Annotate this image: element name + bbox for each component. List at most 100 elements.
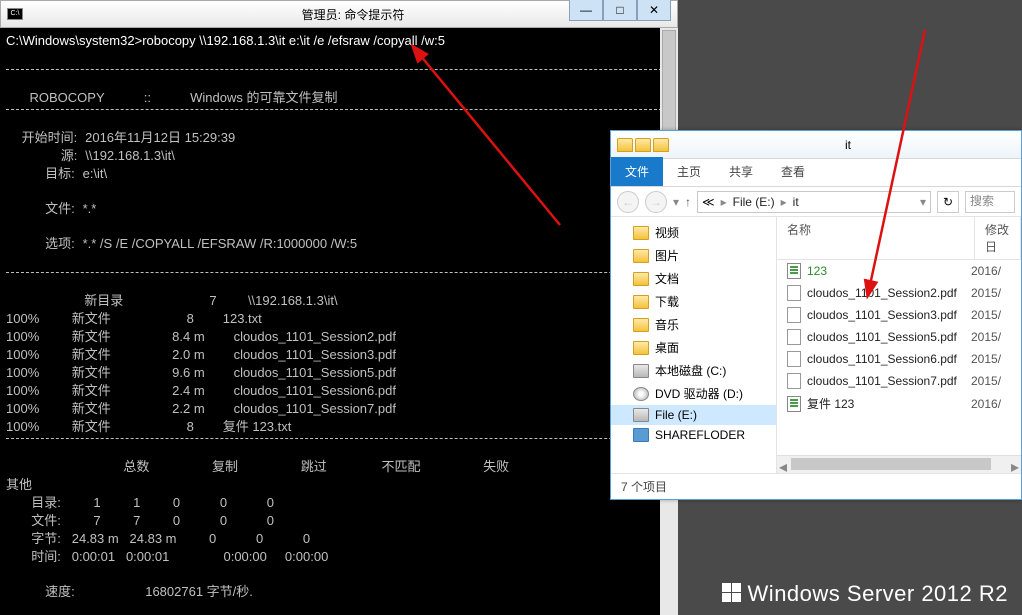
file-date: 2015/ [971, 308, 1011, 322]
explorer-titlebar[interactable]: it [611, 131, 1021, 159]
folder-icon [633, 295, 649, 309]
tree-item-label: DVD 驱动器 (D:) [655, 385, 743, 402]
file-name: cloudos_1101_Session7.pdf [807, 374, 965, 388]
address-box[interactable]: ≪ ▸ File (E:) ▸ it ▾ [697, 191, 931, 213]
h-scrollbar[interactable]: ◂ ▸ [777, 455, 1021, 473]
tree-item-label: File (E:) [655, 408, 697, 422]
cmd-window: C:\ 管理员: 命令提示符 — □ ✕ C:\Windows\system32… [0, 0, 678, 615]
folder-icon [653, 138, 669, 152]
tree-item-label: 文档 [655, 270, 679, 287]
explorer-title: it [675, 138, 1021, 152]
chevron-right-icon: ▸ [781, 195, 787, 209]
tree-item[interactable]: 下载 [611, 290, 776, 313]
tree-item[interactable]: 音乐 [611, 313, 776, 336]
cmd-icon: C:\ [7, 8, 23, 20]
pdf-icon [787, 351, 801, 367]
file-name: 复件 123 [807, 395, 965, 412]
file-row[interactable]: 123 2016/ [777, 260, 1021, 282]
tree-item[interactable]: 图片 [611, 244, 776, 267]
file-list-header[interactable]: 名称 修改日 [777, 217, 1021, 260]
nav-back-button[interactable]: ← [617, 191, 639, 213]
os-brand: Windows Server 2012 R2 [722, 581, 1008, 607]
tree-item-label: SHAREFLODER [655, 428, 745, 442]
nav-tree[interactable]: 视频图片文档下载音乐桌面本地磁盘 (C:) DVD 驱动器 (D:) File (E… [611, 217, 777, 473]
file-date: 2015/ [971, 330, 1011, 344]
tree-item-label: 下载 [655, 293, 679, 310]
file-name: cloudos_1101_Session3.pdf [807, 308, 965, 322]
status-bar: 7 个项目 [611, 473, 1021, 499]
drive-icon [633, 408, 649, 422]
h-scroll-thumb[interactable] [791, 458, 991, 470]
drive-icon [633, 364, 649, 378]
folder-icon [633, 272, 649, 286]
folder-icon [635, 138, 651, 152]
tree-item[interactable]: 桌面 [611, 336, 776, 359]
tree-item[interactable]: DVD 驱动器 (D:) [611, 382, 776, 405]
file-row[interactable]: cloudos_1101_Session2.pdf 2015/ [777, 282, 1021, 304]
nav-up-button[interactable]: ↑ [685, 195, 691, 209]
tab-view[interactable]: 查看 [767, 157, 819, 186]
file-name: cloudos_1101_Session6.pdf [807, 352, 965, 366]
pdf-icon [787, 373, 801, 389]
tree-item-label: 视频 [655, 224, 679, 241]
tree-item[interactable]: 文档 [611, 267, 776, 290]
folder-icon [617, 138, 633, 152]
file-row[interactable]: cloudos_1101_Session6.pdf 2015/ [777, 348, 1021, 370]
chevron-right-icon: ▸ [721, 195, 727, 209]
nav-history-icon[interactable]: ▾ [673, 195, 679, 209]
tab-share[interactable]: 共享 [715, 157, 767, 186]
file-date: 2016/ [971, 397, 1011, 411]
file-name: cloudos_1101_Session2.pdf [807, 286, 965, 300]
folder-icon [633, 226, 649, 240]
tab-file[interactable]: 文件 [611, 157, 663, 186]
file-name: cloudos_1101_Session5.pdf [807, 330, 965, 344]
maximize-button[interactable]: □ [603, 0, 637, 21]
cmd-output[interactable]: C:\Windows\system32>robocopy \\192.168.1… [0, 28, 678, 615]
tree-item-label: 图片 [655, 247, 679, 264]
explorer-window: it 文件 主页 共享 查看 ← → ▾ ↑ ≪ ▸ File (E:) ▸ i… [610, 130, 1022, 500]
pdf-icon [787, 307, 801, 323]
nav-forward-button[interactable]: → [645, 191, 667, 213]
refresh-button[interactable]: ↻ [937, 191, 959, 213]
search-input[interactable]: 搜索 [965, 191, 1015, 213]
file-date: 2015/ [971, 286, 1011, 300]
status-text: 7 个项目 [621, 478, 667, 495]
tree-item[interactable]: 本地磁盘 (C:) [611, 359, 776, 382]
file-row[interactable]: cloudos_1101_Session5.pdf 2015/ [777, 326, 1021, 348]
pdf-icon [787, 329, 801, 345]
tree-item-label: 桌面 [655, 339, 679, 356]
file-date: 2015/ [971, 374, 1011, 388]
address-bar: ← → ▾ ↑ ≪ ▸ File (E:) ▸ it ▾ ↻ 搜索 [611, 187, 1021, 217]
tree-item[interactable]: File (E:) [611, 405, 776, 425]
ribbon: 文件 主页 共享 查看 [611, 159, 1021, 187]
breadcrumb-folder[interactable]: it [793, 195, 799, 209]
cmd-titlebar[interactable]: C:\ 管理员: 命令提示符 — □ ✕ [0, 0, 678, 28]
col-date[interactable]: 修改日 [975, 217, 1021, 259]
tab-home[interactable]: 主页 [663, 157, 715, 186]
folder-icon [633, 318, 649, 332]
file-row[interactable]: 复件 123 2016/ [777, 392, 1021, 415]
breadcrumb-drive[interactable]: File (E:) [733, 195, 775, 209]
file-row[interactable]: cloudos_1101_Session3.pdf 2015/ [777, 304, 1021, 326]
file-date: 2016/ [971, 264, 1011, 278]
pdf-icon [787, 285, 801, 301]
tree-item-label: 音乐 [655, 316, 679, 333]
tree-item-label: 本地磁盘 (C:) [655, 362, 726, 379]
txt-icon [787, 396, 801, 412]
file-list[interactable]: 名称 修改日 123 2016/cloudos_1101_Session2.pdf… [777, 217, 1021, 473]
col-name[interactable]: 名称 [777, 217, 975, 259]
minimize-button[interactable]: — [569, 0, 603, 21]
file-name: 123 [807, 264, 965, 278]
file-row[interactable]: cloudos_1101_Session7.pdf 2015/ [777, 370, 1021, 392]
tree-item[interactable]: 视频 [611, 221, 776, 244]
folder-icon [633, 341, 649, 355]
drive-glyph-icon: ≪ [702, 195, 715, 209]
folder-icon [633, 249, 649, 263]
dvd-icon [633, 387, 649, 401]
chevron-down-icon[interactable]: ▾ [920, 195, 926, 209]
file-date: 2015/ [971, 352, 1011, 366]
tree-item[interactable]: SHAREFLODER [611, 425, 776, 445]
close-button[interactable]: ✕ [637, 0, 671, 21]
net-icon [633, 428, 649, 442]
txt-icon [787, 263, 801, 279]
